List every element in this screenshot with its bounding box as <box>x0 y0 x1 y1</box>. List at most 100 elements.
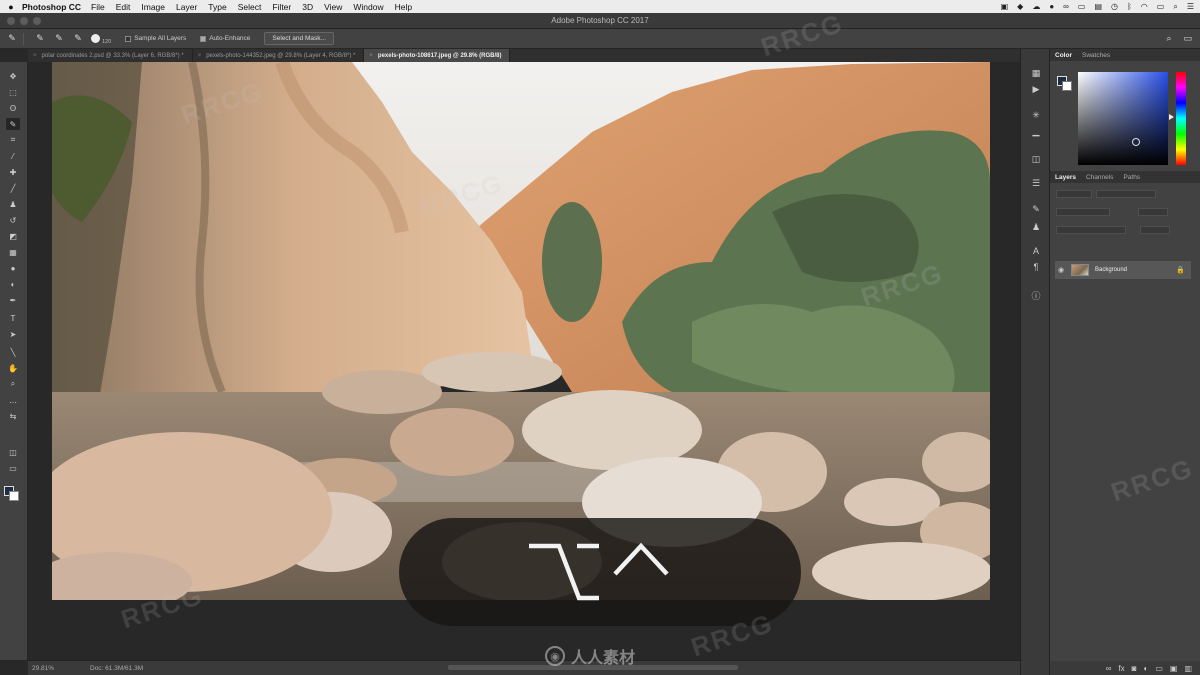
menu-select[interactable]: Select <box>238 2 262 12</box>
link-layers-icon[interactable]: ∞ <box>1106 664 1112 673</box>
properties-panel-icon[interactable]: ☰ <box>1030 177 1042 189</box>
quick-mask-icon[interactable]: ◫ <box>6 446 20 458</box>
blend-mode-select[interactable] <box>1056 208 1110 216</box>
sample-all-layers-checkbox[interactable]: Sample All Layers <box>125 35 186 42</box>
screen-mode-icon[interactable]: ▭ <box>6 462 20 474</box>
lock-icons[interactable] <box>1056 226 1126 234</box>
quick-selection-tool-icon[interactable]: ✎ <box>6 118 20 130</box>
add-to-selection-icon[interactable]: ✎ <box>52 33 66 45</box>
tab-paths[interactable]: Paths <box>1118 174 1145 181</box>
brush-size-icon[interactable] <box>91 34 100 43</box>
tab-color[interactable]: Color <box>1050 52 1077 59</box>
actions-panel-icon[interactable]: ▶ <box>1030 83 1042 95</box>
color-picker-ring[interactable] <box>1132 138 1140 146</box>
character-panel-icon[interactable]: A <box>1030 245 1042 257</box>
apple-menu-icon[interactable]: ● <box>0 2 22 12</box>
close-tab-icon[interactable]: × <box>198 53 202 59</box>
type-tool-icon[interactable]: T <box>6 312 20 324</box>
pen-tool-icon[interactable]: ✒ <box>6 294 20 306</box>
menu-filter[interactable]: Filter <box>272 2 291 12</box>
delete-layer-icon[interactable]: ▥ <box>1184 664 1192 673</box>
layer-style-icon[interactable]: fx <box>1118 664 1124 673</box>
menu-help[interactable]: Help <box>395 2 412 12</box>
background-color-chip[interactable] <box>1062 81 1072 91</box>
bluetooth-icon[interactable]: ᛒ <box>1127 2 1132 11</box>
path-selection-tool-icon[interactable]: ➤ <box>6 328 20 340</box>
color-field[interactable] <box>1078 72 1168 165</box>
eyedropper-tool-icon[interactable]: ⁄ <box>6 150 20 162</box>
menu-view[interactable]: View <box>324 2 342 12</box>
history-brush-tool-icon[interactable]: ↺ <box>6 214 20 226</box>
clock-icon[interactable]: ◷ <box>1111 2 1118 11</box>
wifi-icon[interactable]: ◠ <box>1141 2 1148 11</box>
zoom-tool-icon[interactable]: ⌕ <box>6 378 20 390</box>
menu-image[interactable]: Image <box>141 2 165 12</box>
subtract-from-selection-icon[interactable]: ✎ <box>71 33 85 45</box>
tab-channels[interactable]: Channels <box>1081 174 1118 181</box>
healing-brush-tool-icon[interactable]: ✚ <box>6 166 20 178</box>
tab-layers[interactable]: Layers <box>1050 174 1081 181</box>
workspace-icon[interactable]: ▭ <box>1183 33 1192 44</box>
info-panel-icon[interactable]: ⓘ <box>1030 289 1042 301</box>
document-size[interactable]: Doc: 61.3M/61.3M <box>90 665 143 672</box>
menu-type[interactable]: Type <box>208 2 226 12</box>
blur-tool-icon[interactable]: ● <box>6 262 20 274</box>
screen-icon[interactable]: ▭ <box>1078 2 1086 11</box>
cloud-icon[interactable]: ☁ <box>1032 2 1040 11</box>
lasso-tool-icon[interactable]: ʘ <box>6 102 20 114</box>
menu-edit[interactable]: Edit <box>116 2 131 12</box>
histogram-panel-icon[interactable]: ▁ <box>1030 125 1042 137</box>
background-color-swatch[interactable] <box>9 491 19 501</box>
opacity-field[interactable] <box>1138 208 1168 216</box>
select-and-mask-button[interactable]: Select and Mask... <box>264 32 334 45</box>
camera-icon[interactable]: ▣ <box>1001 2 1009 11</box>
minimize-window-button[interactable] <box>20 17 28 25</box>
auto-enhance-checkbox[interactable]: Auto-Enhance <box>200 35 250 42</box>
battery-icon[interactable]: ▭ <box>1157 2 1165 11</box>
visibility-eye-icon[interactable]: ◉ <box>1055 266 1067 274</box>
tool-preset-picker-icon[interactable]: ✎ <box>5 33 19 45</box>
eraser-tool-icon[interactable]: ◩ <box>6 230 20 242</box>
marquee-tool-icon[interactable]: ⬚ <box>6 86 20 98</box>
menu-file[interactable]: File <box>91 2 105 12</box>
tab-pexels-108617[interactable]: × pexels-photo-108617.jpeg @ 29.8% (RGB/… <box>364 49 511 62</box>
layer-filter-icons[interactable] <box>1096 190 1156 198</box>
display-icon[interactable]: ▤ <box>1094 2 1102 11</box>
menu-window[interactable]: Window <box>353 2 383 12</box>
paragraph-panel-icon[interactable]: ¶ <box>1030 261 1042 273</box>
libraries-panel-icon[interactable]: ◫ <box>1030 153 1042 165</box>
move-tool-icon[interactable]: ✥ <box>6 70 20 82</box>
layer-kind-filter[interactable] <box>1056 190 1092 198</box>
add-mask-icon[interactable]: ◙ <box>1132 664 1137 673</box>
default-colors-icon[interactable]: ⇆ <box>6 410 20 422</box>
creative-cloud-icon[interactable]: ∞ <box>1063 2 1069 11</box>
menu-3d[interactable]: 3D <box>302 2 313 12</box>
clone-source-icon[interactable]: ♟ <box>1030 221 1042 233</box>
edit-toolbar-icon[interactable]: ⋯ <box>6 396 20 408</box>
tab-swatches[interactable]: Swatches <box>1077 52 1115 59</box>
crop-tool-icon[interactable]: ⌗ <box>6 134 20 146</box>
history-panel-icon[interactable]: ▦ <box>1030 67 1042 79</box>
fill-field[interactable] <box>1140 226 1170 234</box>
zoom-window-button[interactable] <box>33 17 41 25</box>
app-menu[interactable]: Photoshop CC <box>22 2 81 12</box>
tab-pexels-144352[interactable]: × pexels-photo-144352.jpeg @ 29.8% (Laye… <box>193 49 365 62</box>
tab-polar-coordinates[interactable]: × polar coordinates 2.psd @ 33.3% (Layer… <box>28 49 193 62</box>
search-icon[interactable]: ⌕ <box>1166 33 1171 44</box>
spotlight-icon[interactable]: ⌕ <box>1173 2 1177 12</box>
clone-stamp-tool-icon[interactable]: ♟ <box>6 198 20 210</box>
adjustments-panel-icon[interactable]: ✳ <box>1030 109 1042 121</box>
close-tab-icon[interactable]: × <box>369 53 373 59</box>
close-window-button[interactable] <box>7 17 15 25</box>
gradient-tool-icon[interactable]: ▦ <box>6 246 20 258</box>
brush-tool-icon[interactable]: ╱ <box>6 182 20 194</box>
menu-layer[interactable]: Layer <box>176 2 197 12</box>
new-selection-icon[interactable]: ✎ <box>33 33 47 45</box>
brush-panel-icon[interactable]: ✎ <box>1030 203 1042 215</box>
adjustment-layer-icon[interactable]: ◐ <box>1143 664 1148 673</box>
record-icon[interactable]: ● <box>1049 2 1054 11</box>
new-layer-icon[interactable]: ▣ <box>1170 664 1178 673</box>
hue-slider[interactable] <box>1176 72 1186 165</box>
hand-tool-icon[interactable]: ✋ <box>6 362 20 374</box>
new-group-icon[interactable]: ▭ <box>1155 664 1163 673</box>
